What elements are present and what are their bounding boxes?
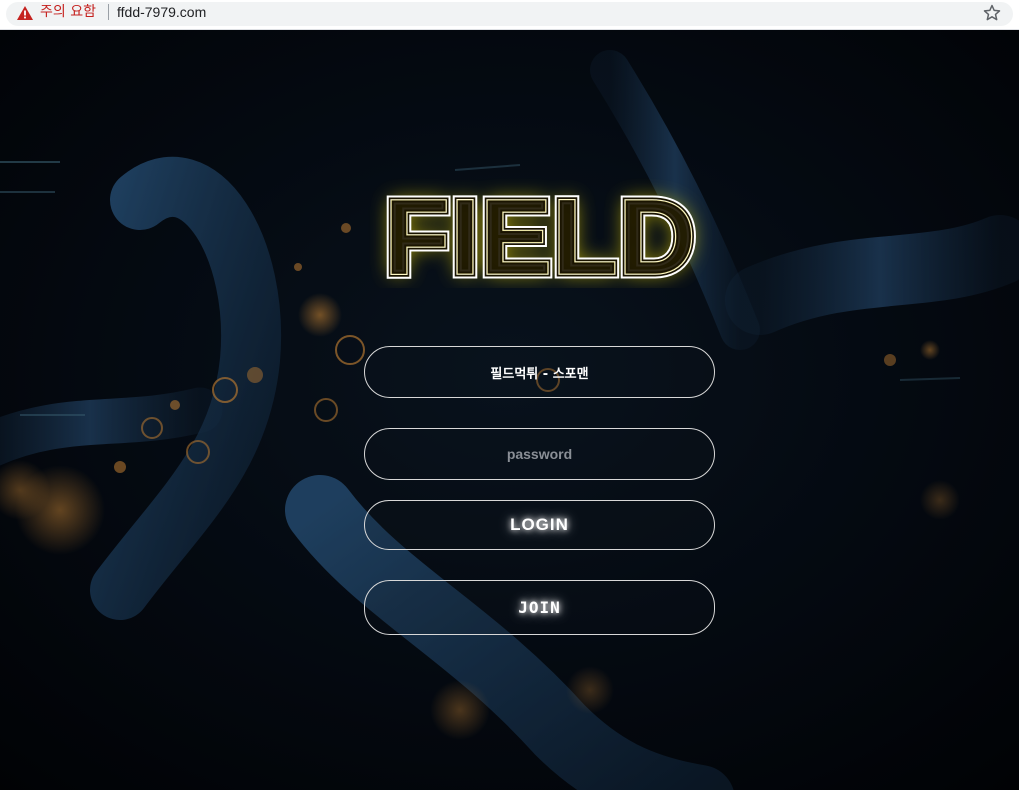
security-status-label[interactable]: 주의 요함: [40, 3, 96, 21]
user-id-field[interactable]: 필드먹튀 - 스포맨: [364, 346, 715, 398]
url-text[interactable]: ffdd-7979.com: [117, 3, 206, 21]
url-divider: [108, 4, 109, 20]
star-outline-icon[interactable]: [982, 3, 1002, 23]
password-field-container: [364, 428, 715, 480]
user-id-value: 필드먹튀 - 스포맨: [490, 366, 589, 382]
browser-address-bar: 주의 요함 ffdd-7979.com: [0, 0, 1019, 30]
logo-core: FIELD: [384, 178, 696, 288]
join-button[interactable]: JOIN: [364, 580, 715, 635]
join-button-label: JOIN: [518, 598, 561, 617]
login-button-label: LOGIN: [510, 515, 569, 534]
login-button[interactable]: LOGIN: [364, 500, 715, 550]
field-logo: FIELD FIELD FIELD FIELD FIELD: [380, 178, 701, 288]
background-image: [0, 30, 1019, 790]
password-input[interactable]: [365, 428, 714, 480]
warning-triangle-icon[interactable]: [16, 4, 34, 22]
background-artwork: [0, 30, 1019, 790]
